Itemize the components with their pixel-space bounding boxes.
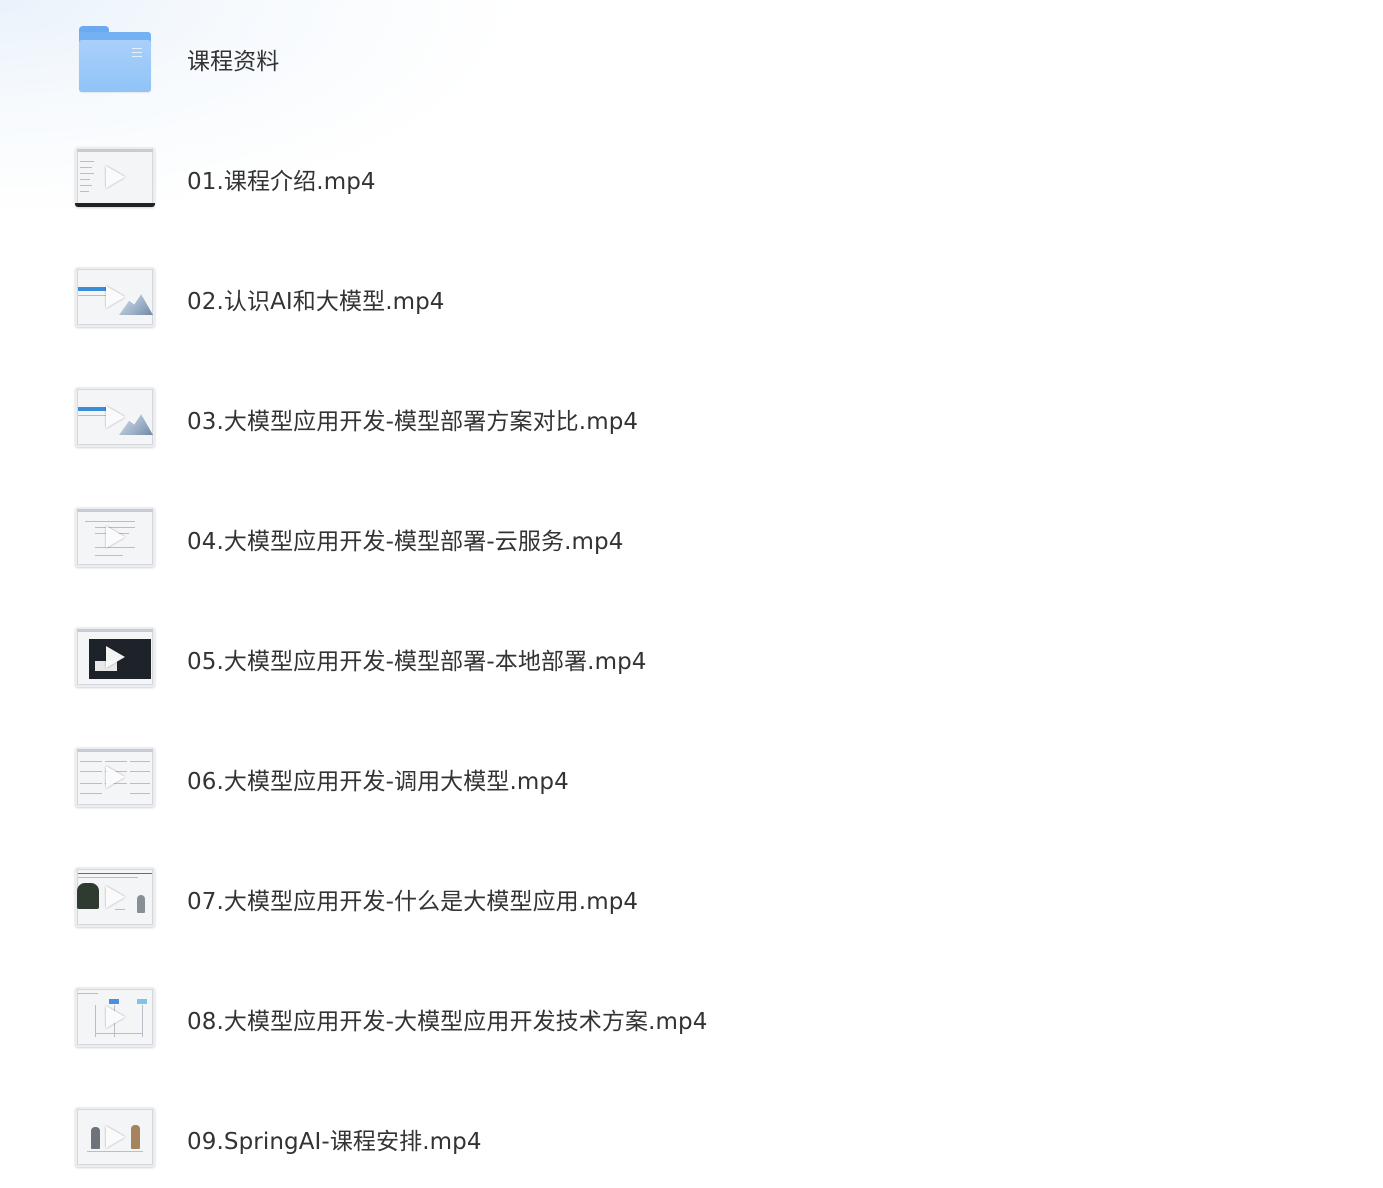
file-name: 02.认识AI和大模型.mp4 [187, 289, 445, 315]
play-icon [106, 286, 125, 308]
file-name: 01.课程介绍.mp4 [187, 169, 376, 195]
video-thumbnail [75, 987, 155, 1047]
video-row-05[interactable]: 05.大模型应用开发-模型部署-本地部署.mp4 [0, 597, 1383, 717]
file-name: 05.大模型应用开发-模型部署-本地部署.mp4 [187, 649, 647, 675]
file-name: 07.大模型应用开发-什么是大模型应用.mp4 [187, 889, 639, 915]
video-thumbnail [75, 387, 155, 447]
play-icon [106, 526, 125, 548]
video-row-03[interactable]: 03.大模型应用开发-模型部署方案对比.mp4 [0, 357, 1383, 477]
video-thumbnail [75, 507, 155, 567]
video-row-02[interactable]: 02.认识AI和大模型.mp4 [0, 237, 1383, 357]
file-name: 课程资料 [187, 49, 280, 75]
video-thumbnail [75, 147, 155, 207]
play-icon [106, 1006, 125, 1028]
play-icon [106, 166, 125, 188]
file-name: 08.大模型应用开发-大模型应用开发技术方案.mp4 [187, 1009, 708, 1035]
file-list: 课程资料 01.课程介绍.mp4 02.认识AI和大模型.mp4 03.大模型应… [0, 0, 1383, 1188]
video-row-01[interactable]: 01.课程介绍.mp4 [0, 117, 1383, 237]
video-thumbnail [75, 867, 155, 927]
play-icon [106, 766, 125, 788]
play-icon [106, 886, 125, 908]
folder-row-course-materials[interactable]: 课程资料 [0, 0, 1383, 117]
folder-thumb [75, 26, 155, 92]
play-icon [106, 646, 125, 668]
video-thumbnail [75, 267, 155, 327]
play-icon [106, 1126, 125, 1148]
video-thumbnail [75, 747, 155, 807]
video-row-06[interactable]: 06.大模型应用开发-调用大模型.mp4 [0, 717, 1383, 837]
file-name: 06.大模型应用开发-调用大模型.mp4 [187, 769, 569, 795]
video-thumbnail [75, 1107, 155, 1167]
play-icon [106, 406, 125, 428]
video-row-09[interactable]: 09.SpringAI-课程安排.mp4 [0, 1077, 1383, 1188]
folder-icon [79, 26, 151, 92]
video-row-04[interactable]: 04.大模型应用开发-模型部署-云服务.mp4 [0, 477, 1383, 597]
video-thumbnail [75, 627, 155, 687]
video-row-07[interactable]: 07.大模型应用开发-什么是大模型应用.mp4 [0, 837, 1383, 957]
video-row-08[interactable]: 08.大模型应用开发-大模型应用开发技术方案.mp4 [0, 957, 1383, 1077]
file-name: 04.大模型应用开发-模型部署-云服务.mp4 [187, 529, 624, 555]
file-name: 03.大模型应用开发-模型部署方案对比.mp4 [187, 409, 639, 435]
file-name: 09.SpringAI-课程安排.mp4 [187, 1129, 482, 1155]
file-browser: 课程资料 01.课程介绍.mp4 02.认识AI和大模型.mp4 03.大模型应… [0, 0, 1383, 1188]
